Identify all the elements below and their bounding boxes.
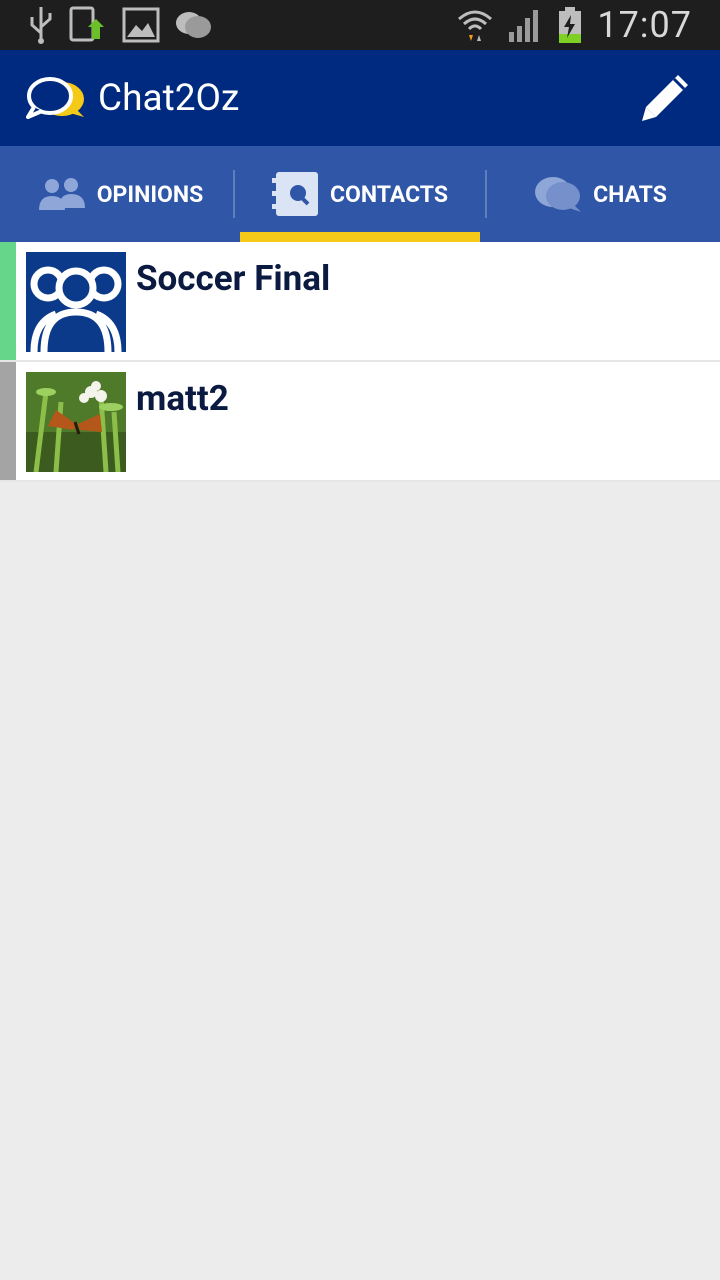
chat-bubbles-logo-icon xyxy=(26,77,84,119)
contact-list: Soccer Final matt2 xyxy=(0,242,720,482)
tab-opinions[interactable]: OPINIONS xyxy=(0,146,240,242)
app-title: Chat2Oz xyxy=(98,76,240,120)
tab-bar: OPINIONS CONTACTS CHATS xyxy=(0,146,720,242)
contact-name: Soccer Final xyxy=(136,258,331,299)
usb-icon xyxy=(30,7,52,44)
list-item[interactable]: Soccer Final xyxy=(0,242,720,362)
status-left-icons xyxy=(28,5,212,45)
battery-charging-icon xyxy=(559,7,582,43)
status-indicator-bar xyxy=(0,362,16,480)
app-title-group: Chat2Oz xyxy=(26,75,239,121)
status-indicator-bar xyxy=(0,242,16,360)
group-avatar-icon xyxy=(26,252,126,352)
pencil-icon[interactable] xyxy=(638,71,692,125)
status-bar: 17:07 xyxy=(0,0,720,50)
signal-icon xyxy=(509,10,539,42)
contacts-book-icon xyxy=(271,172,318,216)
tab-chats[interactable]: CHATS xyxy=(480,146,720,242)
image-icon xyxy=(122,7,160,43)
tab-opinions-label: OPINIONS xyxy=(96,180,204,208)
status-right-icons: 17:07 xyxy=(457,4,692,46)
chat-bubbles-icon xyxy=(535,177,582,212)
people-icon xyxy=(38,178,85,210)
wifi-icon xyxy=(458,10,493,41)
app-bar: Chat2Oz xyxy=(0,50,720,146)
tab-contacts-label: CONTACTS xyxy=(329,180,449,208)
phone-sync-icon xyxy=(69,6,104,42)
chat-notification-icon xyxy=(176,12,211,38)
butterfly-photo xyxy=(26,372,126,472)
tab-divider xyxy=(233,170,235,218)
tab-chats-label: CHATS xyxy=(593,180,667,208)
contact-name: matt2 xyxy=(136,378,229,419)
list-item[interactable]: matt2 xyxy=(0,362,720,482)
status-time: 17:07 xyxy=(597,4,692,46)
tab-contacts[interactable]: CONTACTS xyxy=(240,146,480,242)
